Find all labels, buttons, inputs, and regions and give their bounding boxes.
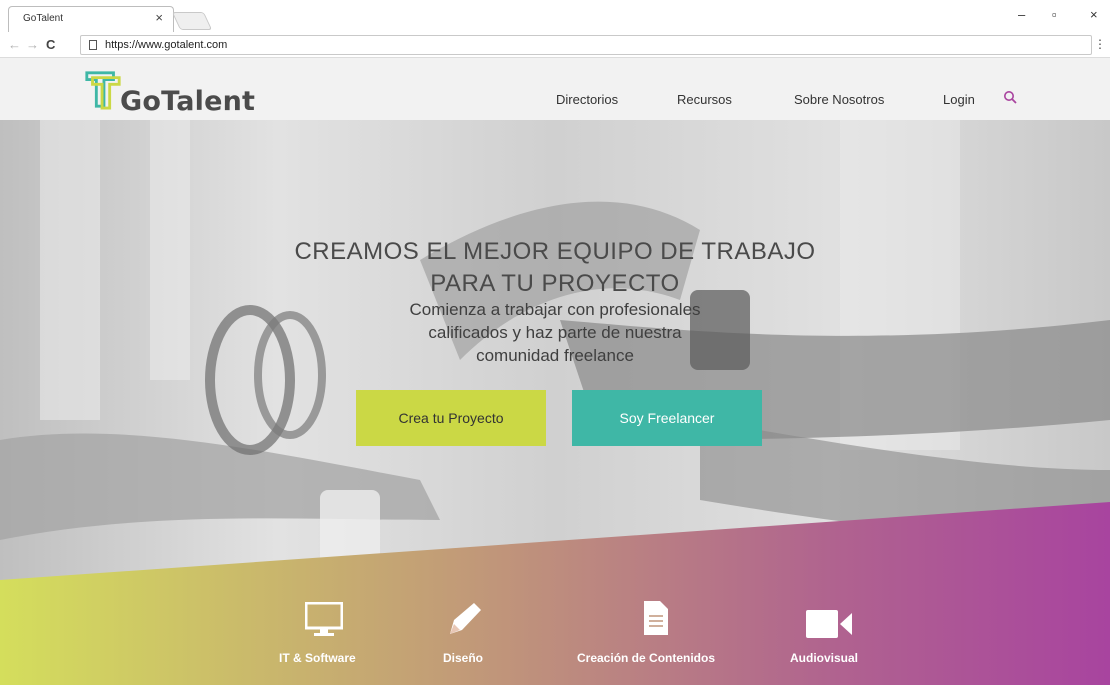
nav-recursos[interactable]: Recursos (677, 92, 732, 107)
hero-title-line2: PARA TU PROYECTO (430, 270, 680, 297)
category-creacion-contenidos[interactable]: Creación de Contenidos (577, 651, 715, 665)
category-audiovisual[interactable]: Audiovisual (790, 651, 858, 665)
nav-sobre-nosotros[interactable]: Sobre Nosotros (794, 92, 884, 107)
site-header: GoTalent Directorios Recursos Sobre Noso… (0, 58, 1110, 120)
category-band (0, 502, 1110, 685)
pencil-icon[interactable] (444, 600, 484, 640)
category-it-software[interactable]: IT & Software (279, 651, 356, 665)
hero-subtitle-line2: calificados y haz parte de nuestra (428, 323, 682, 342)
logo-text[interactable]: GoTalent (120, 86, 255, 117)
reload-icon[interactable]: C (46, 37, 55, 52)
address-bar: ← → C https://www.gotalent.com ⋮ (0, 32, 1110, 58)
gotalent-logo-icon[interactable] (84, 70, 122, 110)
hero-subtitle-line1: Comienza a trabajar con profesionales (409, 300, 701, 319)
url-input[interactable]: https://www.gotalent.com (80, 35, 1092, 55)
tab-title: GoTalent (23, 13, 64, 24)
hero-subtitle-line3: comunidad freelance (476, 346, 634, 365)
close-window-icon[interactable]: × (1090, 7, 1098, 22)
back-icon[interactable]: ← (8, 37, 21, 52)
video-camera-icon[interactable] (806, 610, 852, 638)
category-diseno[interactable]: Diseño (443, 651, 483, 665)
browser-tab-bar: GoTalent × – ▫ × (0, 0, 1110, 32)
nav-directorios[interactable]: Directorios (556, 92, 618, 107)
page-icon (89, 40, 97, 50)
nav-login[interactable]: Login (943, 92, 975, 107)
hero-section: CREAMOS EL MEJOR EQUIPO DE TRABAJO PARA … (0, 120, 1110, 685)
create-project-button[interactable]: Crea tu Proyecto (356, 390, 546, 446)
tab-close-icon[interactable]: × (155, 10, 163, 25)
new-tab-button[interactable] (171, 12, 213, 30)
monitor-icon[interactable] (305, 602, 343, 638)
url-text: https://www.gotalent.com (105, 39, 228, 51)
browser-tab[interactable]: GoTalent × (8, 6, 174, 32)
forward-icon[interactable]: → (26, 37, 39, 52)
restore-icon[interactable]: ▫ (1052, 7, 1057, 22)
hero-title-line1: CREAMOS EL MEJOR EQUIPO DE TRABAJO (294, 238, 816, 265)
document-icon[interactable] (643, 600, 669, 636)
minimize-icon[interactable]: – (1018, 7, 1025, 22)
browser-menu-icon[interactable]: ⋮ (1094, 37, 1106, 51)
search-icon[interactable] (1003, 90, 1017, 104)
freelancer-button[interactable]: Soy Freelancer (572, 390, 762, 446)
